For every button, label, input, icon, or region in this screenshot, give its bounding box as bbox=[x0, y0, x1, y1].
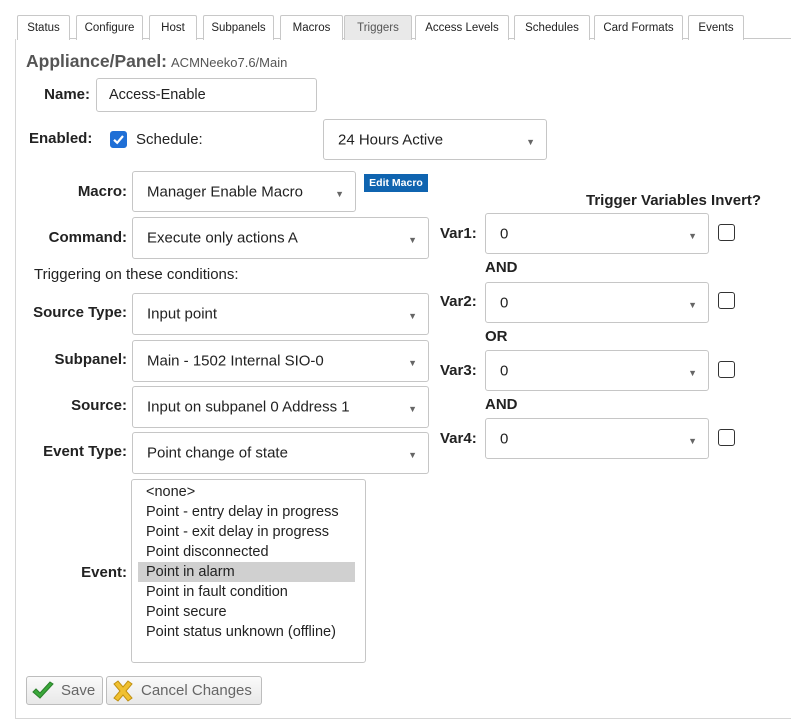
page-title-label: Appliance/Panel: bbox=[26, 51, 168, 71]
macro-value: Manager Enable Macro bbox=[147, 183, 303, 200]
source-label: Source: bbox=[71, 397, 127, 414]
tab-triggers[interactable]: Triggers bbox=[344, 15, 412, 40]
event-listbox[interactable]: <none> Point - entry delay in progress P… bbox=[131, 479, 366, 663]
chevron-down-icon: ▼ bbox=[688, 435, 697, 446]
operator-or: OR bbox=[485, 328, 508, 345]
source-value: Input on subpanel 0 Address 1 bbox=[147, 398, 350, 416]
var2-label: Var2: bbox=[440, 293, 477, 310]
event-type-value: Point change of state bbox=[147, 444, 288, 462]
checkmark-icon bbox=[32, 680, 54, 699]
event-option-selected[interactable]: Point in alarm bbox=[138, 562, 355, 582]
tab-configure[interactable]: Configure bbox=[76, 15, 143, 40]
tab-card-formats[interactable]: Card Formats bbox=[594, 15, 683, 40]
cancel-x-icon bbox=[113, 679, 133, 702]
event-option[interactable]: Point status unknown (offline) bbox=[138, 622, 355, 642]
schedule-select[interactable]: 24 Hours Active ▼ bbox=[323, 119, 547, 160]
chevron-down-icon: ▼ bbox=[688, 367, 697, 378]
subpanel-value: Main - 1502 Internal SIO-0 bbox=[147, 352, 324, 370]
conditions-caption: Triggering on these conditions: bbox=[34, 266, 239, 283]
macro-label: Macro: bbox=[77, 183, 127, 200]
event-label: Event: bbox=[81, 564, 127, 581]
cancel-button-label: Cancel Changes bbox=[141, 682, 252, 699]
chevron-down-icon: ▼ bbox=[688, 230, 697, 241]
var3-value: 0 bbox=[500, 362, 509, 379]
var4-select[interactable]: 0 ▼ bbox=[485, 418, 709, 459]
command-select[interactable]: Execute only actions A ▼ bbox=[132, 217, 429, 259]
event-option[interactable]: Point disconnected bbox=[138, 542, 355, 562]
event-option[interactable]: <none> bbox=[138, 482, 355, 502]
chevron-down-icon: ▼ bbox=[408, 404, 417, 414]
cancel-changes-button[interactable]: Cancel Changes bbox=[106, 676, 262, 705]
var1-value: 0 bbox=[500, 225, 509, 242]
operator-and-2: AND bbox=[485, 396, 518, 413]
var4-value: 0 bbox=[500, 430, 509, 447]
panel-path: ACMNeeko7.6/Main bbox=[171, 55, 288, 70]
event-type-select[interactable]: Point change of state ▼ bbox=[132, 432, 429, 474]
var3-invert-checkbox[interactable] bbox=[718, 361, 735, 378]
schedule-label: Schedule: bbox=[136, 131, 203, 148]
tab-macros[interactable]: Macros bbox=[280, 15, 343, 40]
chevron-down-icon: ▼ bbox=[526, 136, 535, 147]
var4-invert-checkbox[interactable] bbox=[718, 429, 735, 446]
var2-select[interactable]: 0 ▼ bbox=[485, 282, 709, 323]
tab-schedules[interactable]: Schedules bbox=[514, 15, 590, 40]
tab-bar: Status Configure Host Subpanels Macros T… bbox=[17, 15, 791, 40]
enabled-label: Enabled: bbox=[29, 130, 93, 147]
event-type-label: Event Type: bbox=[43, 443, 127, 460]
trigger-variables-header: Trigger Variables Invert? bbox=[586, 192, 762, 209]
var1-label: Var1: bbox=[440, 225, 477, 242]
tab-access-levels[interactable]: Access Levels bbox=[415, 15, 509, 40]
chevron-down-icon: ▼ bbox=[688, 299, 697, 310]
check-icon bbox=[113, 135, 124, 145]
var3-select[interactable]: 0 ▼ bbox=[485, 350, 709, 391]
name-label: Name: bbox=[44, 86, 90, 103]
tab-status[interactable]: Status bbox=[17, 15, 70, 40]
subpanel-select[interactable]: Main - 1502 Internal SIO-0 ▼ bbox=[132, 340, 429, 382]
var3-label: Var3: bbox=[440, 362, 477, 379]
source-select[interactable]: Input on subpanel 0 Address 1 ▼ bbox=[132, 386, 429, 428]
event-option[interactable]: Point secure bbox=[138, 602, 355, 622]
source-type-value: Input point bbox=[147, 305, 218, 323]
var2-invert-checkbox[interactable] bbox=[718, 292, 735, 309]
tab-subpanels[interactable]: Subpanels bbox=[203, 15, 274, 40]
operator-and-1: AND bbox=[485, 259, 518, 276]
chevron-down-icon: ▼ bbox=[408, 450, 417, 460]
source-type-select[interactable]: Input point ▼ bbox=[132, 293, 429, 335]
command-value: Execute only actions A bbox=[147, 229, 298, 247]
event-option[interactable]: Point - entry delay in progress bbox=[138, 502, 355, 522]
page-title: Appliance/Panel: ACMNeeko7.6/Main bbox=[26, 51, 287, 72]
tab-host[interactable]: Host bbox=[149, 15, 197, 40]
chevron-down-icon: ▼ bbox=[408, 235, 417, 245]
save-button-label: Save bbox=[61, 682, 96, 699]
var4-label: Var4: bbox=[440, 430, 477, 447]
chevron-down-icon: ▼ bbox=[408, 358, 417, 368]
edit-macro-button[interactable]: Edit Macro bbox=[364, 174, 428, 192]
command-label: Command: bbox=[48, 229, 127, 246]
save-button[interactable]: Save bbox=[26, 676, 103, 705]
var1-invert-checkbox[interactable] bbox=[718, 224, 735, 241]
var2-value: 0 bbox=[500, 294, 509, 311]
name-input[interactable] bbox=[96, 78, 317, 112]
event-option[interactable]: Point in fault condition bbox=[138, 582, 355, 602]
chevron-down-icon: ▼ bbox=[408, 311, 417, 321]
chevron-down-icon: ▼ bbox=[335, 188, 344, 199]
event-option[interactable]: Point - exit delay in progress bbox=[138, 522, 355, 542]
source-type-label: Source Type: bbox=[33, 304, 127, 321]
var1-select[interactable]: 0 ▼ bbox=[485, 213, 709, 254]
subpanel-label: Subpanel: bbox=[54, 351, 127, 368]
macro-select[interactable]: Manager Enable Macro ▼ bbox=[132, 171, 356, 212]
tab-events[interactable]: Events bbox=[688, 15, 744, 40]
schedule-value: 24 Hours Active bbox=[338, 131, 444, 148]
enabled-checkbox[interactable] bbox=[110, 131, 127, 148]
